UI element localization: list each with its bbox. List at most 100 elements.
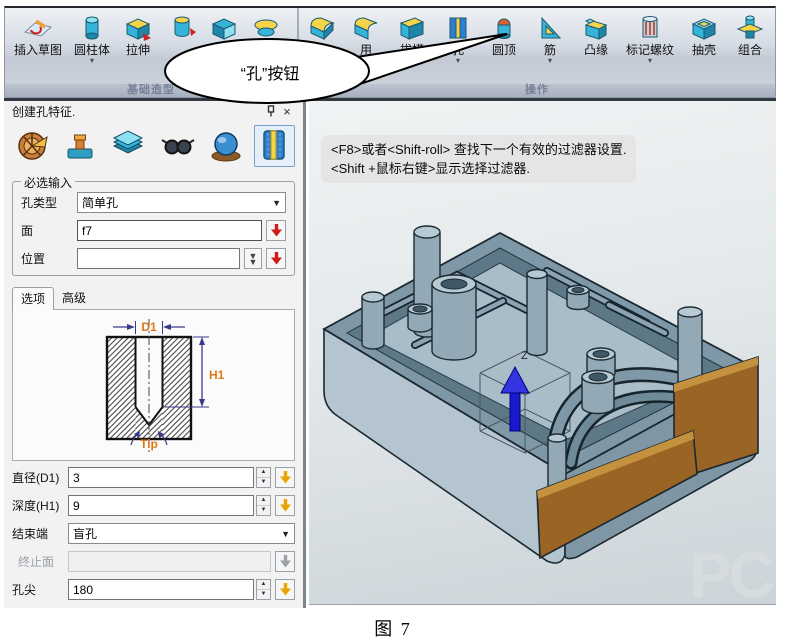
ribbon-button-圆柱体[interactable]: 圆柱体▾	[69, 11, 115, 83]
position-label: 位置	[21, 250, 77, 267]
cylinder-icon	[77, 12, 107, 44]
fillet-icon	[307, 12, 337, 44]
ribbon-button-标记螺纹[interactable]: 标记螺纹▾	[619, 11, 681, 83]
ribbon-button-label: 圆顶	[492, 44, 516, 57]
panel-icon-row	[4, 121, 303, 169]
axis-label: Z	[521, 350, 528, 362]
chevron-down-icon: ▼	[272, 198, 281, 208]
pick-arrow-button[interactable]	[275, 467, 295, 488]
pin-icon[interactable]	[263, 103, 279, 119]
face-label: 面	[21, 222, 77, 239]
panel-title: 创建孔特征.	[12, 103, 263, 120]
thread-icon	[635, 12, 665, 44]
ribbon-button-组合[interactable]: 组合	[727, 11, 773, 83]
hole-section-diagram: D1 H1 Tip	[49, 311, 259, 459]
apply-icon	[351, 12, 381, 44]
double-chevron-icon[interactable]: ▼▼	[244, 248, 262, 269]
extrude-icon	[123, 12, 153, 44]
hole-section-icon[interactable]	[254, 125, 295, 167]
glasses-icon[interactable]	[157, 125, 198, 167]
ribbon-button-插入草图[interactable]: 插入草图	[7, 11, 69, 83]
option-input	[68, 551, 271, 572]
option-label: 结束端	[12, 525, 68, 542]
ribbon-button-label: 用	[360, 44, 372, 57]
model-viewport[interactable]: PC <F8>或者<Shift-roll> 查找下一个有效的过滤器设置. <Sh…	[309, 101, 776, 605]
option-select-value: 盲孔	[73, 525, 97, 542]
option-row: 孔尖▲▼	[12, 579, 295, 600]
option-row: 深度(H1) ▲▼	[12, 495, 295, 516]
hole-type-value: 简单孔	[82, 194, 118, 211]
option-select[interactable]: 盲孔▼	[68, 523, 295, 544]
pick-arrow-button[interactable]	[275, 551, 295, 572]
hole-type-select[interactable]: 简单孔 ▼	[77, 192, 286, 213]
position-input[interactable]	[77, 248, 240, 269]
chevron-down-icon: ▾	[410, 57, 414, 64]
ribbon-button-孔[interactable]: 孔▾	[435, 11, 481, 83]
option-input[interactable]	[68, 579, 254, 600]
hole-feature-panel: 创建孔特征. × 必选输入 孔类型 简单孔 ▼ 面 位置 ▼▼ 选项	[4, 101, 306, 608]
ribbon-button-loft-icon[interactable]	[245, 11, 287, 83]
ribbon-button-label: 抽壳	[692, 44, 716, 57]
hole-icon	[443, 12, 473, 44]
tab-advanced[interactable]: 高级	[54, 287, 94, 309]
rib-icon	[535, 12, 565, 44]
hole-type-label: 孔类型	[21, 194, 77, 211]
required-input-group: 必选输入 孔类型 简单孔 ▼ 面 位置 ▼▼	[12, 181, 295, 276]
ribbon-button-凸缘[interactable]: 凸缘	[573, 11, 619, 83]
spinner-control[interactable]: ▲▼	[256, 467, 271, 488]
flange-icon	[581, 12, 611, 44]
ribbon-button-用[interactable]: 用	[343, 11, 389, 83]
sketch-icon	[23, 12, 53, 44]
required-input-label: 必选输入	[21, 174, 75, 191]
ribbon-button-revolve-icon[interactable]	[161, 11, 203, 83]
option-input[interactable]	[68, 467, 254, 488]
draft-icon	[397, 12, 427, 44]
ribbon-button-fillet-icon[interactable]	[301, 11, 343, 83]
option-label: 深度(H1)	[12, 497, 68, 514]
stamp-icon[interactable]	[60, 125, 101, 167]
pick-arrow-button[interactable]	[275, 495, 295, 516]
ribbon-button-label: 拉伸	[126, 44, 150, 57]
3d-model: Z	[309, 121, 776, 605]
option-label: 终止面	[12, 553, 68, 570]
chevron-down-icon: ▾	[90, 57, 94, 64]
spinner-control[interactable]: ▲▼	[256, 495, 271, 516]
option-row: 结束端盲孔▼	[12, 523, 295, 544]
dim-label-d1: D1	[141, 320, 157, 334]
face-input[interactable]	[77, 220, 262, 241]
ribbon-button-label: 凸缘	[584, 44, 608, 57]
option-label: 直径(D1)	[12, 469, 68, 486]
spinner-control[interactable]: ▲▼	[256, 579, 271, 600]
dim-label-tip: Tip	[140, 437, 158, 451]
ribbon-button-拔模[interactable]: 拔模▾	[389, 11, 435, 83]
pick-arrow-button[interactable]	[275, 579, 295, 600]
position-pick-arrow-button[interactable]	[266, 248, 286, 269]
wheel-icon[interactable]	[12, 125, 53, 167]
shell-icon	[689, 12, 719, 44]
option-row: 终止面	[12, 551, 295, 572]
panel-tabs: 选项 高级	[12, 286, 295, 309]
dome-icon	[489, 12, 519, 44]
ribbon-button-sweep-icon[interactable]	[203, 11, 245, 83]
figure-caption: 图 7	[0, 615, 786, 641]
close-icon[interactable]: ×	[279, 103, 295, 119]
dim-label-h1: H1	[209, 368, 225, 382]
chevron-down-icon: ▾	[548, 57, 552, 64]
combine-icon	[735, 12, 765, 44]
sweep-icon	[209, 12, 239, 44]
options-list: 直径(D1)▲▼深度(H1)▲▼结束端盲孔▼终止面孔尖▲▼	[12, 467, 295, 600]
revolve-icon	[167, 12, 197, 44]
option-input[interactable]	[68, 495, 254, 516]
layers-icon[interactable]	[109, 125, 150, 167]
ribbon-group-basic-modeling: 插入草图圆柱体▾ 拉伸 基础造型	[5, 8, 297, 97]
loft-icon	[251, 12, 281, 44]
face-pick-arrow-button[interactable]	[266, 220, 286, 241]
option-row: 直径(D1) ▲▼	[12, 467, 295, 488]
ribbon-button-筋[interactable]: 筋▾	[527, 11, 573, 83]
ribbon-group-label: 基础造型	[5, 84, 297, 97]
ribbon-button-拉伸[interactable]: 拉伸	[115, 11, 161, 83]
sphere-icon[interactable]	[205, 125, 246, 167]
tab-options[interactable]: 选项	[12, 287, 54, 310]
ribbon-button-圆顶[interactable]: 圆顶	[481, 11, 527, 83]
ribbon-button-抽壳[interactable]: 抽壳	[681, 11, 727, 83]
